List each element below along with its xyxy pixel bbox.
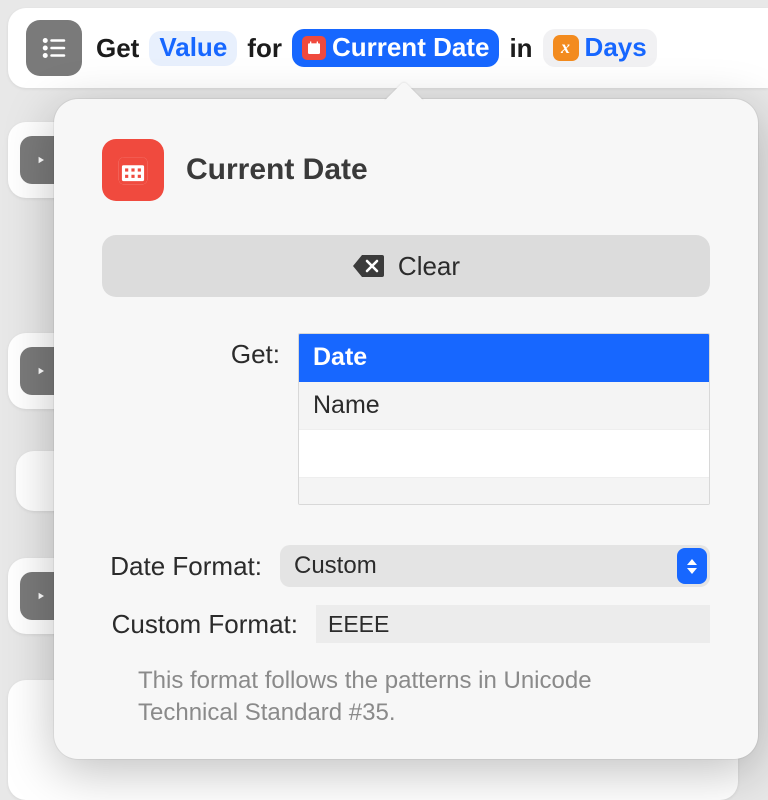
get-option-label: Date bbox=[313, 343, 367, 372]
date-format-select[interactable]: Custom bbox=[280, 545, 710, 587]
custom-format-input[interactable] bbox=[316, 605, 710, 643]
action-word-get: Get bbox=[96, 33, 139, 64]
popover-title: Current Date bbox=[186, 153, 368, 187]
action-word-for: for bbox=[247, 33, 282, 64]
format-hint-text: This format follows the patterns in Unic… bbox=[138, 665, 678, 730]
popover-header: Current Date bbox=[102, 139, 710, 201]
variable-config-popover: Current Date Clear Get: Date Name Date F… bbox=[54, 99, 758, 759]
get-listbox[interactable]: Date Name bbox=[298, 333, 710, 505]
current-date-token-label: Current Date bbox=[332, 32, 489, 63]
get-option-empty[interactable] bbox=[299, 430, 709, 478]
calendar-icon bbox=[302, 36, 326, 60]
clear-button-label: Clear bbox=[398, 251, 460, 282]
date-format-label: Date Format: bbox=[102, 551, 280, 582]
date-format-value: Custom bbox=[294, 552, 377, 580]
clear-button[interactable]: Clear bbox=[102, 235, 710, 297]
custom-format-label: Custom Format: bbox=[102, 609, 316, 640]
get-option-name[interactable]: Name bbox=[299, 382, 709, 430]
days-variable-token[interactable]: x Days bbox=[543, 29, 657, 67]
value-token[interactable]: Value bbox=[149, 31, 237, 66]
custom-format-row: Custom Format: bbox=[102, 605, 710, 643]
get-option-empty[interactable] bbox=[299, 478, 709, 505]
shortcut-action-row[interactable]: Get Value for Current Date in x Days bbox=[8, 8, 768, 88]
get-option-date[interactable]: Date bbox=[299, 334, 709, 382]
value-token-label: Value bbox=[159, 32, 227, 63]
up-down-chevron-icon bbox=[677, 548, 707, 584]
current-date-token[interactable]: Current Date bbox=[292, 29, 499, 67]
get-label: Get: bbox=[102, 333, 298, 370]
date-format-row: Date Format: Custom bbox=[102, 545, 710, 587]
list-icon bbox=[26, 20, 82, 76]
variable-x-icon: x bbox=[553, 35, 579, 61]
days-token-label: Days bbox=[585, 32, 647, 63]
get-option-label: Name bbox=[313, 391, 380, 420]
get-row: Get: Date Name bbox=[102, 333, 710, 505]
backspace-x-icon bbox=[352, 253, 384, 279]
calendar-icon bbox=[102, 139, 164, 201]
action-word-in: in bbox=[509, 33, 532, 64]
